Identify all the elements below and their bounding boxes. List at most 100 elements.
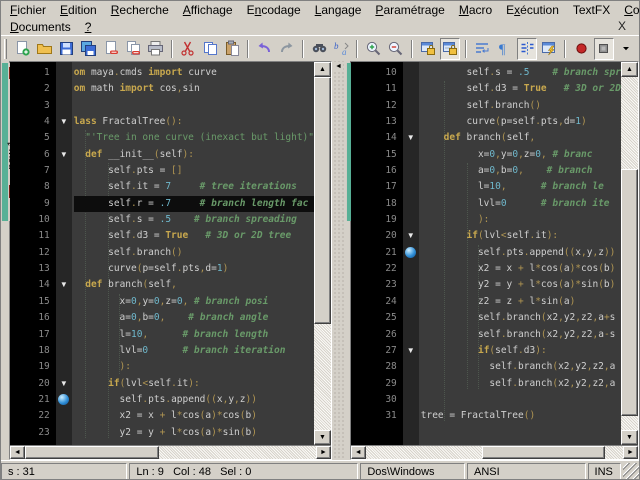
code-line[interactable]: if(self.d3):	[421, 343, 621, 359]
toolbar-overflow-icon[interactable]	[616, 38, 636, 60]
code-line[interactable]: curve(p=self.pts,d=1)	[74, 261, 314, 277]
scroll-up-icon[interactable]: ▲	[314, 62, 331, 77]
code-line[interactable]: om math import cos,sin	[74, 81, 314, 97]
code-line[interactable]: y2 = y + l*cos(a)*sin(b)	[74, 425, 314, 441]
resize-grip[interactable]	[623, 463, 639, 480]
scroll-left-icon[interactable]: ◄	[351, 446, 366, 459]
code-line[interactable]: self.s = .5 # branch spr	[421, 65, 621, 81]
code-line[interactable]: if(lvl<self.it):	[74, 376, 314, 392]
fold-marker-icon[interactable]: ▼	[56, 277, 72, 293]
indent-guide-icon[interactable]	[517, 38, 537, 60]
show-all-characters-icon[interactable]: ¶	[495, 38, 515, 60]
code-line[interactable]: lvl=0 # branch ite	[421, 196, 621, 212]
code-line[interactable]: self.branch()	[421, 98, 621, 114]
code-line[interactable]: self.pts = []	[74, 163, 314, 179]
code-line[interactable]: curve(p=self.pts,d=1)	[421, 114, 621, 130]
code-line[interactable]: lass FractalTree():	[74, 114, 314, 130]
vertical-scrollbar[interactable]: ▲ ▼	[314, 62, 331, 445]
code-line[interactable]	[421, 392, 621, 408]
code-line[interactable]: if(lvl<self.it):	[421, 228, 621, 244]
code-line[interactable]: "'Tree in one curve (inexact but light)"	[74, 130, 314, 146]
code-line[interactable]: self.branch(x2,y2,z2,a+s	[421, 310, 621, 326]
zoom-in-icon[interactable]	[363, 38, 383, 60]
menu-item-compl-ments[interactable]: Compléments	[617, 2, 640, 18]
close-all-icon[interactable]	[123, 38, 143, 60]
find-icon[interactable]	[309, 38, 329, 60]
copy-icon[interactable]	[200, 38, 220, 60]
scroll-right-icon[interactable]: ►	[623, 446, 638, 459]
vertical-scrollbar[interactable]: ▲ ▼	[621, 62, 638, 445]
horizontal-scrollbar[interactable]: ◄ ►	[10, 445, 331, 459]
sync-scroll-horizontal-icon[interactable]	[440, 38, 460, 60]
close-file-icon[interactable]	[101, 38, 121, 60]
code-line[interactable]: x=0,y=0,z=0, # branch posi	[74, 294, 314, 310]
fold-marker-icon[interactable]: ▼	[403, 343, 419, 359]
code-line[interactable]: self.branch(x2,y2,z2,a	[421, 376, 621, 392]
code-line[interactable]: self.pts.append((x,y,z))	[421, 245, 621, 261]
code-line[interactable]: l=10, # branch le	[421, 179, 621, 195]
code-line[interactable]: self.branch()	[74, 245, 314, 261]
word-wrap-icon[interactable]	[472, 38, 492, 60]
menu-item-textfx[interactable]: TextFX	[566, 2, 617, 18]
open-file-icon[interactable]	[34, 38, 54, 60]
menu-item-documents[interactable]: Documents	[3, 19, 78, 35]
view-splitter[interactable]: ◄	[332, 61, 346, 460]
menu-item-ex-cution[interactable]: Exécution	[499, 2, 566, 18]
code-line[interactable]: self.d3 = True # 3D or 2D tree	[74, 228, 314, 244]
fold-marker-icon[interactable]: ▼	[56, 376, 72, 392]
code-line[interactable]: om maya.cmds import curve	[74, 65, 314, 81]
code-line[interactable]: x=0,y=0,z=0, # branc	[421, 147, 621, 163]
scroll-left-icon[interactable]: ◄	[10, 446, 25, 459]
code-line[interactable]: y2 = y + l*cos(a)*sin(b)	[421, 277, 621, 293]
fold-marker-icon[interactable]: ▼	[56, 114, 72, 130]
code-line[interactable]: def branch(self,	[421, 130, 621, 146]
code-area[interactable]: om maya.cmds import curveom math import …	[72, 62, 314, 445]
code-line[interactable]: ):	[74, 359, 314, 375]
menubar-close-button[interactable]: X	[615, 19, 629, 33]
code-line[interactable]: x2 = x + l*cos(a)*cos(b)	[74, 408, 314, 424]
code-line[interactable]: a=0,b=0, # branch angle	[74, 310, 314, 326]
hscroll-thumb[interactable]	[482, 446, 605, 459]
code-line[interactable]: z2 = z + l*sin(a)	[421, 294, 621, 310]
redo-icon[interactable]	[277, 38, 297, 60]
code-area[interactable]: self.s = .5 # branch spr self.d3 = True …	[419, 62, 621, 445]
zoom-out-icon[interactable]	[386, 38, 406, 60]
menu-item-?[interactable]: ?	[78, 19, 99, 35]
menu-item-recherche[interactable]: Recherche	[104, 2, 176, 18]
menu-item-affichage[interactable]: Affichage	[176, 2, 240, 18]
code-line[interactable]: x2 = x + l*cos(a)*cos(b)	[421, 261, 621, 277]
code-line[interactable]: a=0,b=0, # branch	[421, 163, 621, 179]
code-line[interactable]: self.pts.append((x,y,z))	[74, 392, 314, 408]
record-macro-icon[interactable]	[571, 38, 591, 60]
code-line[interactable]: self.branch(x2,y2,z2,a-s	[421, 327, 621, 343]
menu-item-fichier[interactable]: Fichier	[3, 2, 53, 18]
save-all-icon[interactable]	[79, 38, 99, 60]
code-line[interactable]: self.it = 7 # tree iterations	[74, 179, 314, 195]
hscroll-thumb[interactable]	[25, 446, 159, 459]
horizontal-scrollbar[interactable]: ◄ ►	[351, 445, 638, 459]
scroll-up-icon[interactable]: ▲	[621, 62, 638, 77]
code-line[interactable]: ):	[421, 212, 621, 228]
fold-marker-icon[interactable]: ▼	[403, 228, 419, 244]
fold-margin[interactable]: ▼ ▼ ▼	[403, 62, 419, 445]
scroll-right-icon[interactable]: ►	[316, 446, 331, 459]
vscroll-thumb[interactable]	[621, 169, 638, 416]
menu-item-param-trage[interactable]: Paramétrage	[368, 2, 451, 18]
menu-item-macro[interactable]: Macro	[452, 2, 499, 18]
print-icon[interactable]	[145, 38, 165, 60]
fold-margin[interactable]: ▼▼▼▼	[56, 62, 72, 445]
code-line[interactable]: def branch(self,	[74, 277, 314, 293]
splitter-collapse-icon[interactable]: ◄	[334, 63, 343, 70]
code-line[interactable]: self.branch(x2,y2,z2,a	[421, 359, 621, 375]
code-line[interactable]: self.d3 = True # 3D or 2D	[421, 81, 621, 97]
code-line[interactable]: self.r = .7 # branch length fac	[74, 196, 314, 212]
fold-marker-icon[interactable]: ▼	[403, 130, 419, 146]
save-icon[interactable]	[56, 38, 76, 60]
code-line[interactable]: def __init__(self):	[74, 147, 314, 163]
menu-item-langage[interactable]: Langage	[308, 2, 369, 18]
new-file-icon[interactable]	[12, 38, 32, 60]
bookmark-icon[interactable]	[403, 245, 419, 261]
sync-scroll-vertical-icon[interactable]	[418, 38, 438, 60]
replace-icon[interactable]: ba	[331, 38, 351, 60]
undo-icon[interactable]	[254, 38, 274, 60]
